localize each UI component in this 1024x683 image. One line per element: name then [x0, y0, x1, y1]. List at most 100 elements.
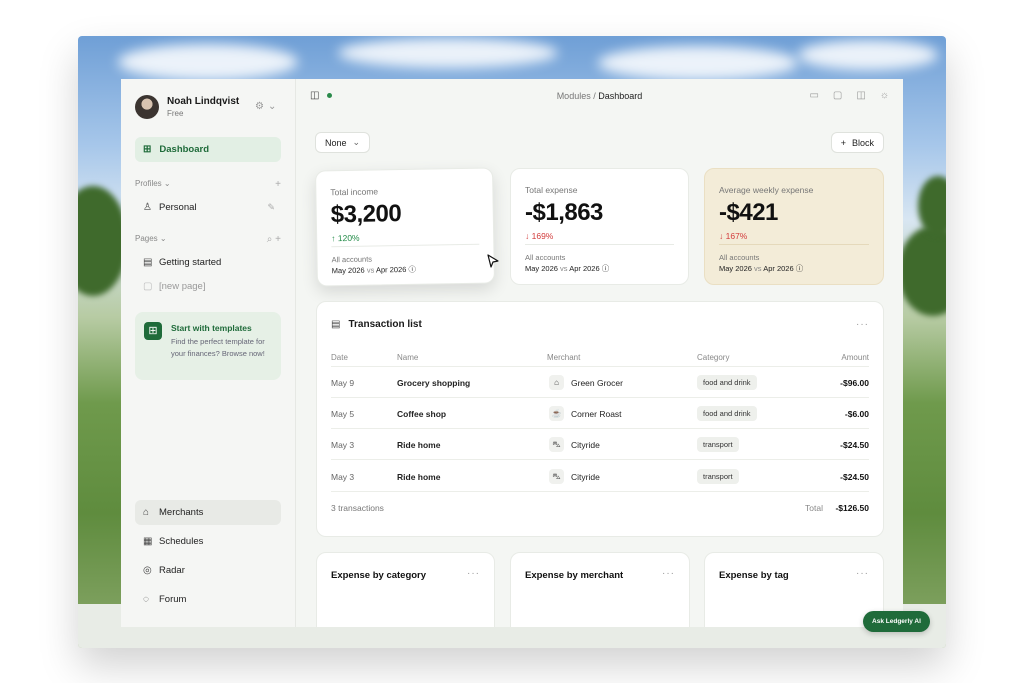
column-header-amount[interactable]: Amount: [841, 353, 869, 362]
sidebar-item-dashboard[interactable]: ⊞ Dashboard: [135, 137, 281, 162]
column-header-date[interactable]: Date: [331, 353, 348, 362]
sidebar-item-label: Getting started: [159, 256, 222, 268]
arrow-down-icon: ↓: [719, 231, 724, 241]
sidebar-item-label: Forum: [159, 594, 187, 605]
profiles-section-header[interactable]: Profiles ⌄ +: [135, 179, 281, 190]
card-title: Expense by merchant: [525, 570, 624, 581]
kpi-accounts: All accounts: [331, 254, 373, 265]
kpi-range-to: Apr 2026: [763, 264, 794, 273]
kpi-delta-value: 167%: [725, 231, 748, 241]
info-icon[interactable]: ⓘ: [796, 264, 804, 273]
sidebar-item-schedules[interactable]: ▦ Schedules: [135, 529, 281, 554]
sidebar-item-radar[interactable]: ◎ Radar: [135, 558, 281, 583]
message-icon[interactable]: ▢: [833, 90, 842, 101]
column-header-merchant[interactable]: Merchant: [547, 353, 580, 362]
sidebar-item-label: Personal: [159, 201, 197, 213]
sidebar-item-personal[interactable]: ♙ Personal ✎: [135, 196, 281, 218]
ask-ai-button[interactable]: Ask Ledgerly AI: [863, 611, 930, 632]
templates-promo[interactable]: ⊞ Start with templates Find the perfect …: [135, 312, 281, 380]
cloud: [338, 38, 558, 68]
transaction-count: 3 transactions: [331, 503, 384, 513]
user-profile[interactable]: Noah Lindqvist Free: [135, 95, 239, 119]
info-icon[interactable]: ⓘ: [602, 264, 610, 273]
pages-section-header[interactable]: Pages ⌄ ⌕ +: [135, 234, 281, 245]
kpi-card-expense[interactable]: Total expense -$1,863 ↓ 169% All account…: [510, 168, 689, 285]
pencil-icon[interactable]: ✎: [267, 202, 275, 213]
kpi-card-income[interactable]: Total income $3,200 ↑ 120% All accounts …: [315, 167, 495, 287]
sun-icon[interactable]: ☼: [880, 90, 889, 101]
kpi-card-weekly-expense[interactable]: Average weekly expense -$421 ↓ 167% All …: [704, 168, 884, 285]
breadcrumb-current: Dashboard: [598, 91, 643, 101]
kpi-range: May 2026 vs Apr 2026 ⓘ: [719, 263, 803, 274]
cursor-icon: [487, 254, 499, 268]
gear-icon[interactable]: ⚙: [255, 101, 264, 112]
row-merchant: Corner Roast: [571, 409, 622, 419]
sidebar-item-label: Schedules: [159, 536, 204, 547]
section-title: Pages: [135, 234, 158, 243]
filter-dropdown[interactable]: None ⌄: [315, 132, 371, 153]
chevron-down-icon[interactable]: ⌄: [268, 101, 276, 112]
cloud: [798, 40, 938, 70]
divider: [331, 243, 480, 248]
store-icon: ⌂: [549, 375, 564, 390]
expense-by-merchant-card: Expense by merchant ···: [510, 552, 690, 627]
card-title: Expense by tag: [719, 570, 789, 581]
plus-icon[interactable]: +: [275, 234, 281, 245]
more-options-icon[interactable]: ···: [467, 568, 480, 579]
row-name: Ride home: [397, 440, 441, 450]
more-options-icon[interactable]: ···: [662, 568, 675, 579]
kpi-range-vs: vs: [560, 264, 568, 273]
chevron-down-icon: ⌄: [352, 137, 361, 147]
arrow-down-icon: ↓: [525, 231, 530, 241]
add-block-button[interactable]: + Block: [830, 132, 884, 153]
sidebar-item-merchants[interactable]: ⌂ Merchants: [135, 500, 281, 525]
template-icon: ⊞: [144, 322, 162, 340]
category-tag: food and drink: [697, 406, 757, 421]
person-icon: ♙: [143, 201, 152, 213]
filter-label: None: [325, 137, 347, 148]
breadcrumb-parent[interactable]: Modules: [557, 91, 591, 101]
row-date: May 9: [331, 378, 355, 388]
more-options-icon[interactable]: ···: [856, 568, 869, 579]
column-header-category[interactable]: Category: [697, 353, 729, 362]
kpi-range: May 2026 vs Apr 2026 ⓘ: [332, 264, 416, 276]
grid-icon: ⊞: [143, 144, 152, 155]
chat-icon: ◌: [143, 594, 149, 605]
more-options-icon[interactable]: ···: [856, 319, 869, 330]
kpi-label: Total expense: [525, 185, 578, 195]
sidebar-item-new-page[interactable]: ▢ [new page]: [135, 275, 281, 297]
sidebar: Noah Lindqvist Free ⚙ ⌄ ⊞ Dashboard Prof…: [121, 79, 296, 627]
avatar: [135, 95, 159, 119]
templates-description: Find the perfect template for your finan…: [171, 337, 265, 358]
row-merchant: Cityride: [571, 440, 600, 450]
kpi-label: Average weekly expense: [719, 185, 814, 195]
info-icon[interactable]: ⓘ: [408, 265, 416, 274]
kpi-delta-value: 120%: [337, 232, 360, 244]
video-icon[interactable]: ▭: [809, 90, 818, 101]
column-header-name[interactable]: Name: [397, 353, 418, 362]
row-name: Grocery shopping: [397, 378, 471, 388]
book-icon[interactable]: ◫: [856, 90, 865, 101]
total-amount: -$126.50: [835, 503, 869, 513]
cloud: [598, 46, 798, 80]
search-icon[interactable]: ⌕: [267, 234, 273, 245]
expense-by-tag-card: Expense by tag ···: [704, 552, 884, 627]
plus-icon: +: [840, 137, 846, 148]
row-amount: -$6.00: [844, 409, 869, 419]
divider: [331, 397, 869, 398]
kpi-label: Total income: [330, 186, 379, 198]
app-window: Noah Lindqvist Free ⚙ ⌄ ⊞ Dashboard Prof…: [121, 79, 903, 627]
kpi-range-from: May 2026: [331, 265, 365, 276]
sidebar-item-label: Radar: [159, 565, 185, 576]
sidebar-item-forum[interactable]: ◌ Forum: [135, 587, 281, 612]
page-icon: ▤: [143, 256, 153, 268]
row-name: Ride home: [397, 472, 441, 482]
sidebar-item-getting-started[interactable]: ▤ Getting started: [135, 251, 281, 273]
kpi-value: $3,200: [330, 200, 402, 229]
sidebar-item-label: Dashboard: [159, 144, 210, 155]
category-tag: transport: [697, 469, 739, 484]
document-icon: ▤: [331, 319, 341, 330]
calendar-icon: ▦: [143, 536, 153, 547]
kpi-range-vs: vs: [754, 264, 762, 273]
plus-icon[interactable]: +: [275, 179, 281, 190]
